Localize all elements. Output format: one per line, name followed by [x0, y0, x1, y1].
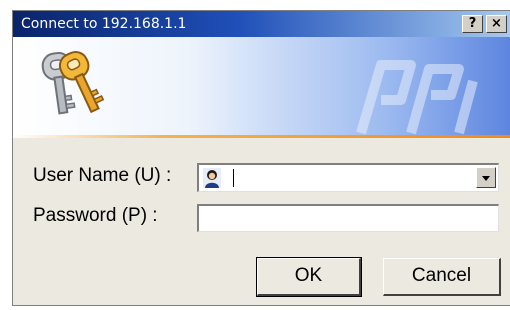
window-title: Connect to 192.168.1.1 [21, 16, 187, 32]
username-combobox[interactable] [197, 163, 499, 192]
close-button[interactable]: × [486, 15, 507, 33]
connect-dialog: Connect to 192.168.1.1 ? × User Name (U)… [12, 10, 510, 306]
help-button[interactable]: ? [462, 15, 483, 33]
username-label: User Name (U) : [33, 165, 172, 186]
keys-watermark-icon [356, 60, 478, 135]
title-bar[interactable]: Connect to 192.168.1.1 ? × [13, 11, 510, 37]
text-cursor [233, 169, 234, 187]
ok-button[interactable]: OK [256, 257, 362, 297]
accent-divider [13, 135, 510, 138]
banner [13, 37, 510, 135]
chevron-down-icon[interactable] [476, 167, 496, 188]
keys-icon [41, 50, 105, 115]
user-account-icon [203, 168, 221, 188]
password-label: Password (P) : [33, 205, 158, 226]
cancel-button[interactable]: Cancel [383, 258, 501, 296]
password-input[interactable] [197, 204, 499, 232]
